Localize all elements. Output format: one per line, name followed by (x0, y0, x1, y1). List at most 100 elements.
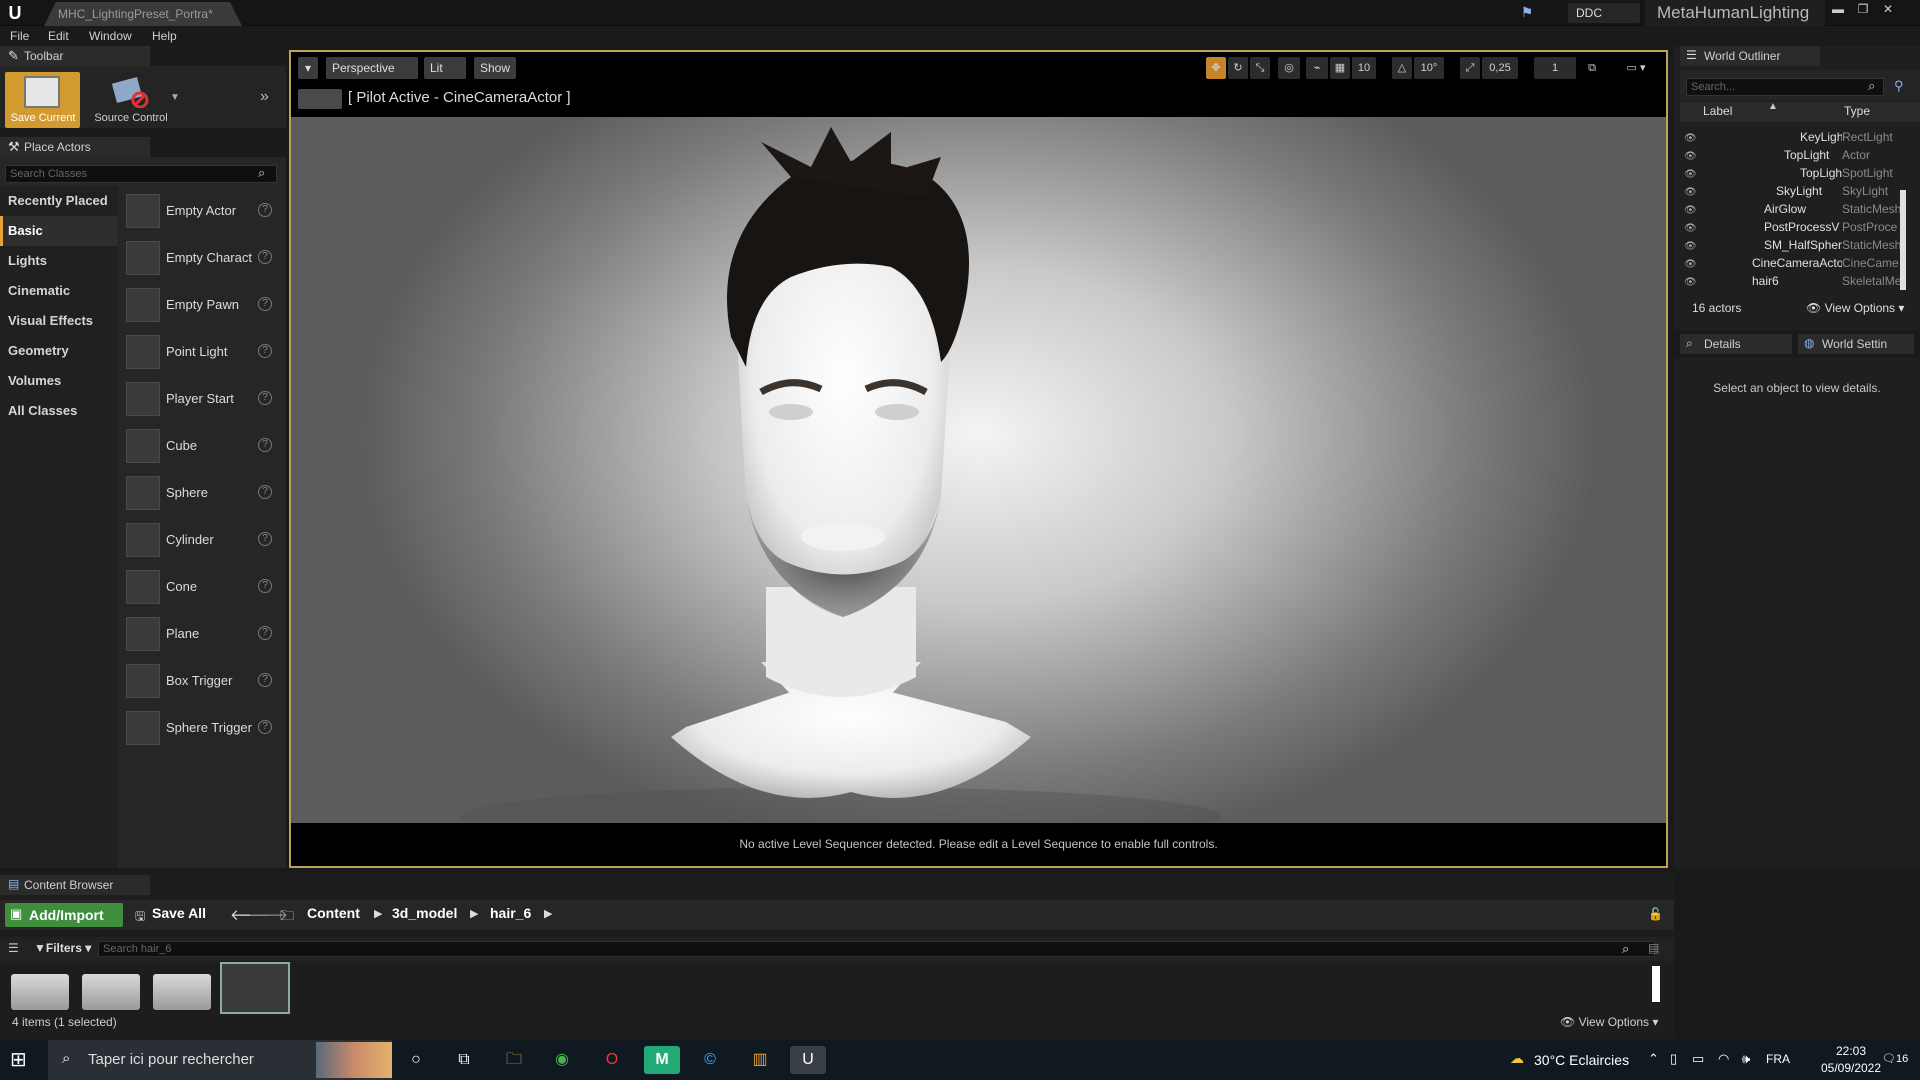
category-visual-effects[interactable]: Visual Effects (0, 306, 118, 336)
close-button[interactable]: ✕ (1877, 2, 1899, 16)
unreal-engine-taskbar-icon[interactable]: U (790, 1046, 826, 1074)
cortana-icon[interactable]: ○ (398, 1046, 434, 1074)
document-tab[interactable]: MHC_LightingPreset_Portra* (44, 2, 242, 26)
actor-item-point-light[interactable]: Point Light? (118, 330, 286, 376)
selected-asset-thumbnail[interactable] (220, 962, 290, 1014)
content-scrollbar[interactable] (1652, 966, 1660, 1002)
actor-item-cube[interactable]: Cube? (118, 424, 286, 470)
chrome-icon[interactable]: ◉ (544, 1046, 580, 1074)
outliner-row[interactable]: 👁 SkyLight SkyLight (1680, 184, 1906, 202)
weather-text[interactable]: 30°C Eclaircies (1534, 1052, 1629, 1068)
place-actors-tab[interactable]: Place Actors (0, 137, 150, 157)
outliner-row[interactable]: 👁 TopLight SpotLight (1680, 166, 1906, 184)
lock-icon[interactable]: 🔓 (1648, 907, 1663, 921)
category-volumes[interactable]: Volumes (0, 366, 118, 396)
opera-icon[interactable]: O (594, 1046, 630, 1074)
breadcrumb-content[interactable]: Content (307, 905, 360, 921)
lit-button[interactable]: Lit (424, 57, 466, 79)
help-icon[interactable]: ? (258, 532, 272, 546)
clock[interactable]: 22:03 05/09/2022 (1818, 1043, 1884, 1077)
actor-item-sphere-trigger[interactable]: Sphere Trigger? (118, 706, 286, 752)
viewport-options-icon[interactable]: ▾ (298, 57, 318, 79)
outliner-row[interactable]: 👁 CineCameraActo CineCame (1680, 256, 1906, 274)
scale-snap-icon[interactable]: ⤢ (1460, 57, 1480, 79)
help-icon[interactable]: ? (258, 579, 272, 593)
visibility-eye-icon[interactable]: 👁 (1684, 151, 1697, 162)
folder-thumbnail[interactable] (153, 974, 211, 1010)
minimize-button[interactable]: ▬ (1827, 2, 1849, 16)
actor-item-empty-actor[interactable]: Empty Actor? (118, 189, 286, 235)
help-icon[interactable]: ? (258, 297, 272, 311)
breadcrumb-hair-6[interactable]: hair_6 (490, 905, 531, 921)
outliner-row[interactable]: 👁 PostProcessV PostProce (1680, 220, 1906, 238)
scale-snap-value[interactable]: 0,25 (1482, 57, 1518, 79)
actor-item-sphere[interactable]: Sphere? (118, 471, 286, 517)
outliner-row[interactable]: 👁 AirGlow StaticMesh (1680, 202, 1906, 220)
help-icon[interactable]: ? (258, 438, 272, 452)
folder-thumbnail[interactable] (11, 974, 69, 1010)
menu-edit[interactable]: Edit (48, 29, 69, 43)
menu-help[interactable]: Help (152, 29, 177, 43)
category-cinematic[interactable]: Cinematic (0, 276, 118, 306)
help-icon[interactable]: ? (258, 344, 272, 358)
grid-snap-icon[interactable]: ▦ (1330, 57, 1350, 79)
visibility-eye-icon[interactable]: 👁 (1684, 169, 1697, 180)
category-geometry[interactable]: Geometry (0, 336, 118, 366)
notification-flag-icon[interactable]: ⚑ (1516, 4, 1538, 22)
column-type[interactable]: Type (1844, 104, 1870, 118)
rotate-mode-icon[interactable]: ↻ (1228, 57, 1248, 79)
visibility-eye-icon[interactable]: 👁 (1684, 133, 1697, 144)
breadcrumb-separator-icon[interactable]: ▶ (544, 907, 552, 920)
ddc-indicator[interactable]: DDC (1568, 3, 1640, 23)
filters-button[interactable]: ▼Filters ▾ (34, 941, 91, 955)
surface-snap-icon[interactable]: ⌁ (1306, 57, 1328, 79)
archive-app-icon[interactable]: ▥ (742, 1046, 778, 1074)
help-icon[interactable]: ? (258, 203, 272, 217)
category-lights[interactable]: Lights (0, 246, 118, 276)
actor-item-plane[interactable]: Plane? (118, 612, 286, 658)
task-view-icon[interactable]: ⧉ (446, 1046, 482, 1074)
menu-window[interactable]: Window (89, 29, 132, 43)
rotation-snap-icon[interactable]: △ (1392, 57, 1412, 79)
maximize-button[interactable]: ❐ (1852, 2, 1874, 16)
category-basic[interactable]: Basic (0, 216, 118, 246)
content-view-options[interactable]: 👁 View Options ▾ (1560, 1015, 1658, 1029)
outliner-view-options[interactable]: 👁 View Options ▾ (1806, 301, 1904, 315)
sources-toggle-icon[interactable]: ☰ (8, 941, 19, 955)
eject-pilot-button[interactable] (298, 89, 342, 109)
metahuman-app-icon[interactable]: M (644, 1046, 680, 1074)
save-all-button[interactable]: Save All (152, 905, 206, 921)
search-icon[interactable]: ⌕ (1622, 941, 1629, 957)
search-classes-input[interactable]: Search Classes (5, 165, 277, 183)
grid-snap-value[interactable]: 10 (1352, 57, 1376, 79)
add-import-button[interactable]: Add/Import (5, 903, 123, 927)
visibility-eye-icon[interactable]: 👁 (1684, 241, 1697, 252)
perspective-button[interactable]: Perspective (326, 57, 418, 79)
category-recently-placed[interactable]: Recently Placed (0, 186, 118, 216)
category-all-classes[interactable]: All Classes (0, 396, 118, 426)
camera-speed-value[interactable]: 1 (1534, 57, 1576, 79)
visibility-eye-icon[interactable]: 👁 (1684, 259, 1697, 270)
scale-mode-icon[interactable]: ⤡ (1250, 57, 1270, 79)
show-button[interactable]: Show (474, 57, 516, 79)
column-label[interactable]: Label (1703, 104, 1732, 118)
toolbar-tab[interactable]: Toolbar (0, 46, 150, 66)
chevron-up-icon[interactable]: ⌃ (1648, 1051, 1659, 1067)
outliner-scrollbar[interactable] (1900, 190, 1906, 290)
actor-item-cylinder[interactable]: Cylinder? (118, 518, 286, 564)
source-control-icon[interactable] (110, 76, 150, 108)
visibility-eye-icon[interactable]: 👁 (1684, 187, 1697, 198)
help-icon[interactable]: ? (258, 485, 272, 499)
details-tab[interactable]: Details (1680, 334, 1792, 354)
world-outliner-tab[interactable]: World Outliner (1680, 46, 1820, 66)
file-explorer-icon[interactable]: 🗀 (496, 1046, 532, 1074)
rotation-snap-value[interactable]: 10° (1414, 57, 1444, 79)
device-icon[interactable]: ▯ (1670, 1051, 1677, 1067)
actor-item-empty-character[interactable]: Empty Charact? (118, 236, 286, 282)
actor-item-empty-pawn[interactable]: Empty Pawn? (118, 283, 286, 329)
visibility-eye-icon[interactable]: 👁 (1684, 277, 1697, 288)
help-icon[interactable]: ? (258, 250, 272, 264)
viewport-scene[interactable] (291, 117, 1666, 847)
folder-thumbnail[interactable] (82, 974, 140, 1010)
windows-start-icon[interactable]: ⊞ (10, 1048, 34, 1072)
